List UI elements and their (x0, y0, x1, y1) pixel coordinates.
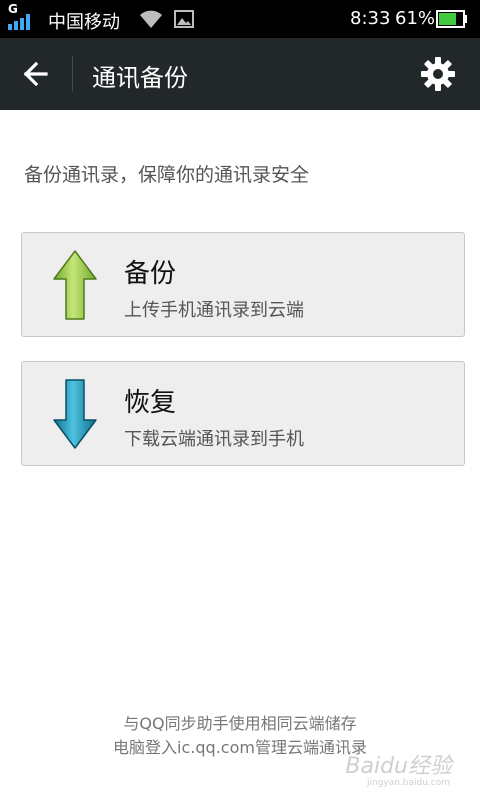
restore-button[interactable]: 恢复 下载云端通讯录到手机 (21, 361, 465, 466)
action-bar-divider (72, 56, 73, 92)
restore-title: 恢复 (124, 388, 177, 418)
settings-button[interactable] (418, 54, 458, 94)
wifi-icon (140, 10, 162, 28)
action-bar: 通讯备份 (0, 38, 480, 110)
battery-icon (436, 10, 467, 28)
watermark-url: jingyan.baidu.com (366, 778, 450, 788)
arrow-left-icon (23, 61, 48, 87)
backup-title: 备份 (124, 259, 177, 289)
arrow-down-icon (53, 379, 97, 449)
backup-subtitle: 上传手机通讯录到云端 (124, 300, 304, 321)
carrier-name: 中国移动 (48, 12, 120, 33)
clock: 8:33 (350, 8, 391, 29)
backup-button[interactable]: 备份 上传手机通讯录到云端 (21, 232, 465, 337)
signal-strength-icon: G (8, 2, 38, 30)
footer-line-1: 与QQ同步助手使用相同云端储存 (123, 714, 357, 733)
arrow-up-icon (53, 250, 97, 320)
image-notification-icon (174, 10, 194, 28)
restore-subtitle: 下载云端通讯录到手机 (124, 429, 304, 450)
backup-description: 备份通讯录，保障你的通讯录安全 (24, 164, 310, 186)
status-bar: G 中国移动 8:33 61% (0, 0, 480, 38)
page-title: 通讯备份 (92, 64, 188, 92)
battery-percent: 61% (395, 8, 436, 29)
watermark-logo: Baidu经验 (345, 754, 452, 779)
back-button[interactable] (16, 58, 52, 90)
gear-icon (421, 57, 455, 91)
